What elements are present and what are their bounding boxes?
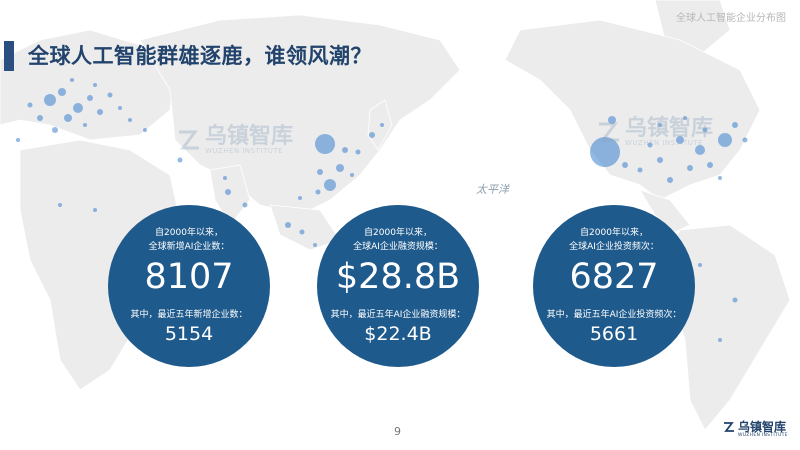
- stat-line2: 全球新增AI企业数：: [148, 242, 230, 252]
- stat-circle-investments: 自2000年以来， 全球AI企业投资频次： 6827 其中，最近五年AI企业投资…: [533, 205, 695, 367]
- stat-sub-value: 5661: [589, 323, 639, 345]
- stat-value: 8107: [144, 257, 234, 297]
- stat-line1: 自2000年以来，: [580, 228, 648, 238]
- stat-line2: 全球AI企业投资频次：: [569, 242, 659, 252]
- logo-mark-icon: [179, 130, 199, 150]
- logo-mark-icon: [599, 122, 619, 142]
- stat-sub-value: $22.4B: [364, 323, 432, 345]
- stat-sub-label: 其中，最近五年AI企业投资频次：: [546, 310, 682, 320]
- ocean-label: 太平洋: [476, 183, 509, 196]
- stat-value: $28.8B: [335, 257, 461, 297]
- watermark-name: 乌镇智库: [625, 116, 714, 141]
- logo-mark-icon: [724, 422, 734, 432]
- page-title: 全球人工智能群雄逐鹿，谁领风潮？: [28, 44, 372, 68]
- watermark-english: WUZHEN INSTITUTE: [625, 139, 704, 147]
- stat-value: 6827: [569, 257, 659, 297]
- watermark-name: 乌镇智库: [205, 124, 294, 149]
- title-accent-bar: [4, 41, 14, 71]
- stat-line1: 自2000年以来，: [155, 228, 223, 238]
- stat-circle-financing: 自2000年以来， 全球AI企业融资规模： $28.8B 其中，最近五年AI企业…: [317, 205, 479, 367]
- footer-logo: 乌镇智库 WUZHEN INSTITUTE: [722, 418, 788, 442]
- logo-english: WUZHEN INSTITUTE: [738, 433, 788, 438]
- stat-line2: 全球AI企业融资规模：: [353, 242, 443, 252]
- stat-circle-new-companies: 自2000年以来， 全球新增AI企业数： 8107 其中，最近五年新增企业数： …: [108, 205, 270, 367]
- watermark-english: WUZHEN INSTITUTE: [205, 147, 284, 155]
- stat-sub-label: 其中，最近五年AI企业融资规模：: [330, 310, 466, 320]
- stat-sub-label: 其中，最近五年新增企业数：: [130, 310, 248, 320]
- page-number: 9: [394, 425, 401, 438]
- header-section-label: 全球人工智能企业分布图: [676, 13, 786, 24]
- stat-line1: 自2000年以来，: [364, 228, 432, 238]
- stat-sub-value: 5154: [164, 323, 214, 345]
